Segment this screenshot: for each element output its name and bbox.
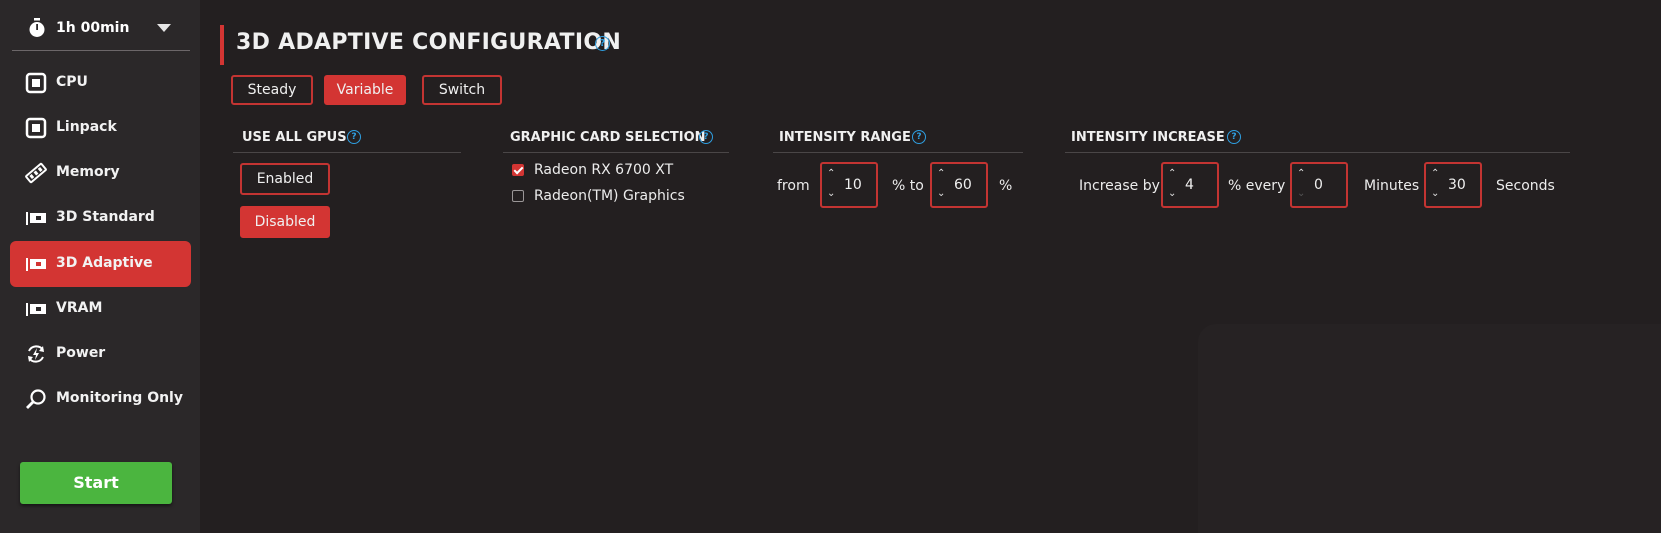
chevron-down-icon[interactable]: ⌄ [937,189,945,199]
card-name: Radeon(TM) Graphics [534,188,685,204]
card-option-rx6700xt[interactable]: Radeon RX 6700 XT [512,160,673,180]
minutes-stepper[interactable]: ⌃ ⌄ 0 [1290,162,1348,208]
chevron-up-icon[interactable]: ⌃ [937,169,945,179]
checkbox-checked[interactable] [512,164,524,176]
sidebar-item-3d-standard[interactable]: 3D Standard [10,195,191,241]
sidebar-item-power[interactable]: Power [10,331,191,377]
sidebar-item-label: 3D Standard [56,209,155,225]
chevron-down-icon[interactable] [157,24,171,32]
card-name: Radeon RX 6700 XT [534,162,674,178]
increase-by-stepper[interactable]: ⌃ ⌄ 4 [1161,162,1219,208]
chevron-down-icon[interactable]: ⌄ [1431,189,1439,199]
chip-icon [25,117,47,139]
chevron-down-icon[interactable]: ⌄ [1297,189,1305,199]
sidebar-item-cpu[interactable]: CPU [10,60,191,106]
chevron-up-icon[interactable]: ⌃ [1297,169,1305,179]
help-icon[interactable]: ? [595,36,610,51]
sidebar-item-label: CPU [56,74,88,90]
mode-steady-button[interactable]: Steady [231,75,313,105]
section-title: GRAPHIC CARD SELECTION [510,130,706,145]
magnifier-icon [25,388,47,410]
page-title: 3D ADAPTIVE CONFIGURATION [236,30,622,55]
chip-icon [25,72,47,94]
chevron-up-icon[interactable]: ⌃ [1431,169,1439,179]
stopwatch-icon [28,18,46,42]
memory-icon [25,162,47,184]
intensity-increase-header: INTENSITY INCREASE ? [1065,130,1570,153]
timer-dropdown[interactable]: 1h 00min [12,8,190,51]
increase-by-label: Increase by [1079,178,1160,194]
mode-switch-button[interactable]: Switch [422,75,502,105]
seconds-stepper[interactable]: ⌃ ⌄ 30 [1424,162,1482,208]
sidebar: 1h 00min CPU Linpack Memory 3D Standard … [0,0,200,533]
help-icon[interactable]: ? [912,130,926,144]
to-label: % to [892,178,924,194]
mode-variable-button[interactable]: Variable [324,75,406,105]
section-title: INTENSITY RANGE [779,130,911,145]
timer-label: 1h 00min [56,20,130,36]
help-icon[interactable]: ? [699,130,713,144]
percent-label: % [999,178,1013,194]
sidebar-item-label: Memory [56,164,120,180]
range-to-stepper[interactable]: ⌃ ⌄ 60 [930,162,988,208]
enabled-button[interactable]: Enabled [240,163,330,195]
sidebar-item-label: VRAM [56,300,103,316]
minutes-value[interactable]: 0 [1314,177,1323,193]
sidebar-item-label: Power [56,345,106,361]
chevron-up-icon[interactable]: ⌃ [1168,169,1176,179]
gpu-icon [25,253,47,275]
sidebar-item-3d-adaptive[interactable]: 3D Adaptive [10,241,191,287]
title-accent-bar [220,25,224,65]
range-to-value[interactable]: 60 [954,177,972,193]
section-title: USE ALL GPUS [242,130,347,145]
use-all-gpus-header: USE ALL GPUS ? [233,130,461,153]
seconds-label: Seconds [1496,178,1555,194]
sidebar-item-vram[interactable]: VRAM [10,286,191,332]
chevron-down-icon[interactable]: ⌄ [827,189,835,199]
checkbox-unchecked[interactable] [512,190,524,202]
minutes-label: Minutes [1364,178,1420,194]
sidebar-item-label: Linpack [56,119,117,135]
sidebar-item-linpack[interactable]: Linpack [10,105,191,151]
intensity-range-header: INTENSITY RANGE ? [773,130,1023,153]
range-from-stepper[interactable]: ⌃ ⌄ 10 [820,162,878,208]
range-from-value[interactable]: 10 [844,177,862,193]
sidebar-item-label: 3D Adaptive [56,255,153,271]
disabled-button[interactable]: Disabled [240,206,330,238]
chevron-down-icon[interactable]: ⌄ [1168,189,1176,199]
every-label: % every [1228,178,1286,194]
power-cycle-icon [25,343,47,365]
seconds-value[interactable]: 30 [1448,177,1466,193]
sidebar-item-label: Monitoring Only [56,390,183,406]
sidebar-item-memory[interactable]: Memory [10,150,191,196]
chevron-up-icon[interactable]: ⌃ [827,169,835,179]
section-title: INTENSITY INCREASE [1071,130,1225,145]
background-panel [1198,324,1661,533]
help-icon[interactable]: ? [1227,130,1241,144]
card-option-radeon-tm-graphics[interactable]: Radeon(TM) Graphics [512,186,685,206]
gpu-icon [25,207,47,229]
help-icon[interactable]: ? [347,130,361,144]
gpu-icon [25,298,47,320]
graphic-card-selection-header: GRAPHIC CARD SELECTION ? [503,130,729,153]
sidebar-item-monitoring-only[interactable]: Monitoring Only [10,376,191,422]
increase-by-value[interactable]: 4 [1185,177,1194,193]
from-label: from [777,178,810,194]
start-button[interactable]: Start [20,462,172,504]
